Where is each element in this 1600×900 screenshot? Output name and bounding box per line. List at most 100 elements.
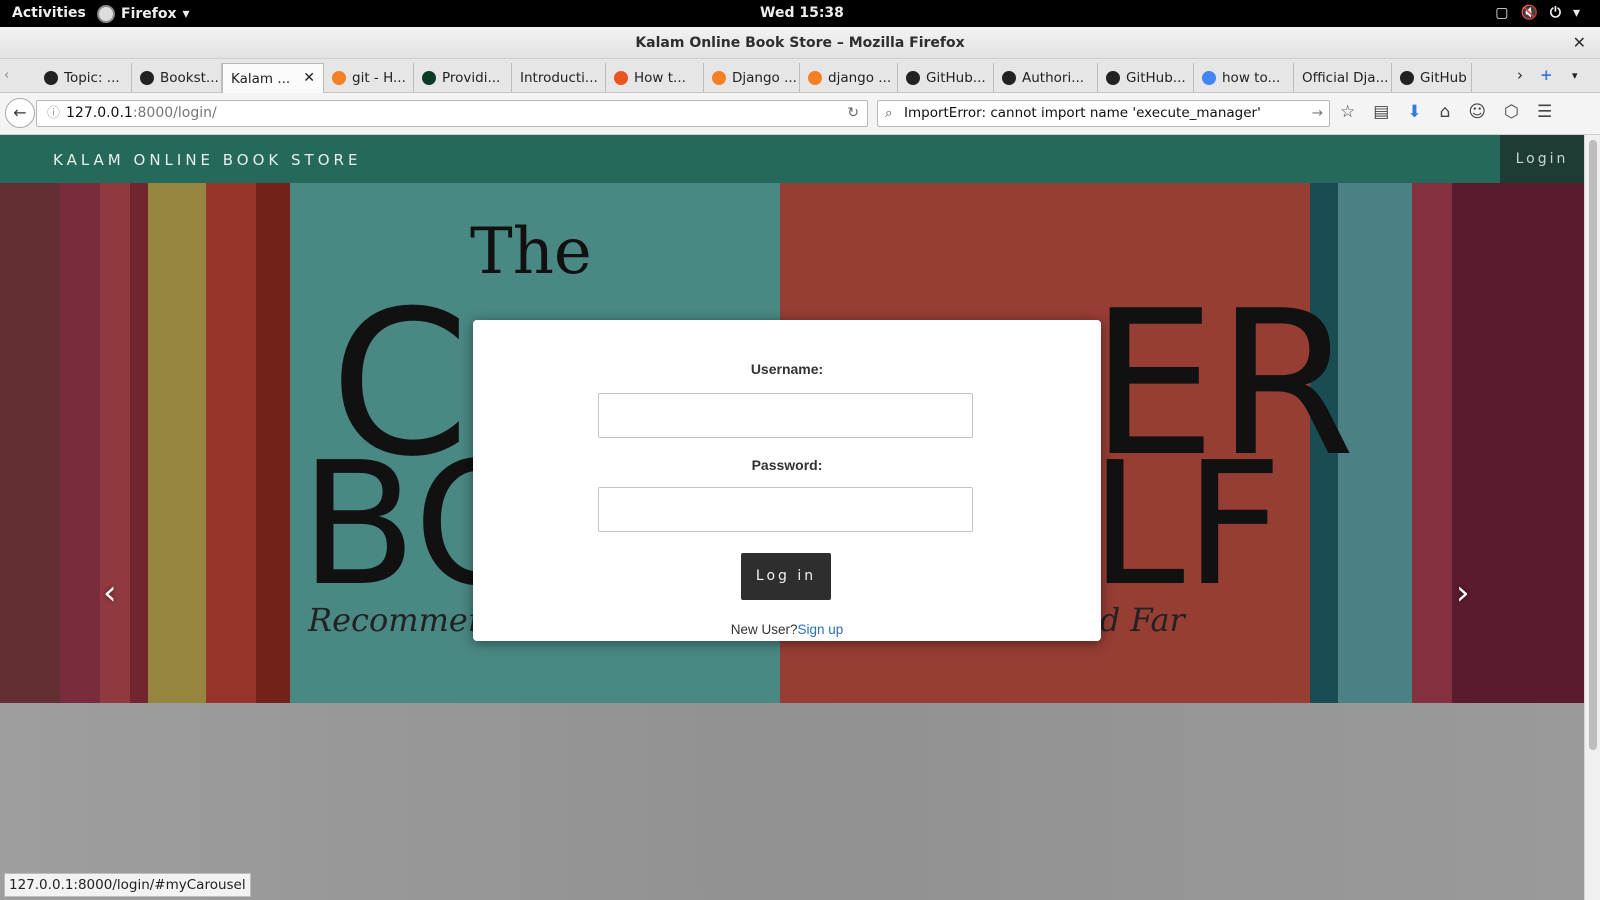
github-icon (1002, 71, 1016, 85)
password-label: Password: (751, 457, 823, 473)
tab-label: GitHub... (926, 70, 986, 86)
status-link-preview: 127.0.0.1:8000/login/#myCarousel (4, 873, 251, 897)
tab-label: django ... (828, 70, 892, 86)
back-button[interactable]: ← (5, 98, 35, 128)
volume-icon: 🔇 (1520, 5, 1538, 21)
browser-tab[interactable]: GitHub... (898, 63, 994, 93)
search-icon: ⌕ (885, 105, 893, 121)
go-arrow-icon[interactable]: → (1312, 101, 1323, 126)
github-icon (44, 71, 58, 85)
activities-button[interactable]: Activities (12, 5, 86, 21)
django-icon (422, 71, 436, 85)
browser-tab[interactable]: django ... (800, 63, 898, 93)
reading-list-icon[interactable]: ▤ (1373, 102, 1389, 122)
firefox-icon (97, 5, 115, 23)
search-bar[interactable]: ⌕ ImportError: cannot import name 'execu… (877, 100, 1330, 127)
tab-label: Introducti... (520, 70, 598, 86)
scrollbar-thumb[interactable] (1589, 140, 1597, 750)
browser-tab[interactable]: Kalam ... ✕ (222, 63, 324, 93)
tab-label: Providi... (442, 70, 501, 86)
info-icon[interactable]: ⓘ (47, 106, 60, 121)
pocket-icon[interactable]: ⬡ (1504, 102, 1519, 122)
url-bar[interactable]: ⓘ 127.0.0.1:8000/login/ ↻ (36, 100, 868, 127)
tab-list-icon[interactable]: ▾ (1572, 69, 1578, 82)
new-user-text: New User? (730, 622, 798, 637)
browser-tab[interactable]: GitHub... (1098, 63, 1194, 93)
tab-strip: ‹ Topic: ... Bookst... Kalam ... ✕ git - H..… (0, 59, 1600, 93)
github-icon (1400, 71, 1414, 85)
browser-tab[interactable]: Official Dja... (1294, 63, 1392, 93)
browser-tab[interactable]: How t... (606, 63, 704, 93)
download-icon[interactable]: ⬇ (1407, 102, 1421, 122)
chevron-left-icon[interactable]: ‹ (4, 68, 9, 83)
username-input[interactable] (598, 393, 973, 438)
browser-tab[interactable]: GitHub (1392, 63, 1472, 93)
cover-word-the: The (470, 215, 592, 289)
browser-tab[interactable]: Providi... (414, 63, 512, 93)
page-scrollbar[interactable] (1584, 135, 1600, 900)
browser-tab[interactable]: git - H... (324, 63, 414, 93)
carousel: The C ER BO LF Recommendations From Shop… (0, 183, 1584, 703)
url-path: :8000/login/ (132, 105, 217, 121)
tab-label: Bookst... (160, 70, 219, 86)
github-icon (1106, 71, 1120, 85)
tab-label: git - H... (352, 70, 406, 86)
askubuntu-icon (614, 71, 628, 85)
carousel-prev-icon[interactable]: ‹ (103, 573, 117, 613)
system-top-bar: Activities Firefox ▾ Wed 15:38 ▢ 🔇 ⏻ ▾ (0, 0, 1600, 27)
chat-icon[interactable]: ☺ (1468, 102, 1486, 122)
system-tray[interactable]: ▢ 🔇 ⏻ ▾ (1495, 5, 1580, 21)
tab-label: GitHub (1420, 70, 1467, 86)
new-user-prompt: New User?Sign up (473, 622, 1101, 637)
browser-tab[interactable]: Topic: ... (36, 63, 132, 93)
chevron-right-icon[interactable]: › (1517, 66, 1523, 84)
browser-tab[interactable]: Authori... (994, 63, 1098, 93)
site-brand[interactable]: KALAM ONLINE BOOK STORE (53, 151, 361, 169)
tab-label: Topic: ... (64, 70, 120, 86)
home-icon[interactable]: ⌂ (1440, 102, 1451, 122)
signup-link[interactable]: Sign up (797, 622, 843, 637)
app-menu[interactable]: Firefox ▾ (97, 5, 190, 23)
cover-line2-right: LF (1090, 426, 1283, 624)
browser-tab[interactable]: Bookst... (132, 63, 222, 93)
browser-tab[interactable]: how to... (1194, 63, 1294, 93)
github-icon (906, 71, 920, 85)
page-background (0, 703, 1584, 900)
tab-label: Django ... (732, 70, 797, 86)
clock[interactable]: Wed 15:38 (760, 5, 844, 21)
chevron-down-icon: ▾ (182, 6, 190, 22)
tab-label: Official Dja... (1302, 70, 1389, 86)
toolbar-icons: ☆ ▤ ⬇ ⌂ ☺ ⬡ ☰ (1340, 102, 1552, 122)
username-label: Username: (750, 361, 824, 377)
menu-icon[interactable]: ☰ (1537, 102, 1552, 122)
search-value: ImportError: cannot import name 'execute… (904, 105, 1261, 121)
google-icon (1202, 71, 1216, 85)
tab-label: how to... (1222, 70, 1281, 86)
window-icon: ▢ (1495, 5, 1509, 21)
chevron-down-icon: ▾ (1572, 5, 1580, 21)
tab-label: GitHub... (1126, 70, 1186, 86)
password-input[interactable] (598, 487, 973, 532)
reload-icon[interactable]: ↻ (847, 101, 859, 126)
window-title: Kalam Online Book Store – Mozilla Firefo… (635, 35, 965, 51)
github-icon (140, 71, 154, 85)
close-icon[interactable]: ✕ (1573, 27, 1586, 59)
power-icon: ⏻ (1549, 5, 1561, 21)
stackoverflow-icon (808, 71, 822, 85)
login-modal: Username: Password: Log in New User?Sign… (473, 320, 1101, 641)
tab-label: Kalam ... (231, 70, 291, 87)
bookmark-star-icon[interactable]: ☆ (1340, 102, 1355, 122)
nav-login-link[interactable]: Login (1500, 135, 1584, 183)
login-submit-button[interactable]: Log in (741, 553, 831, 600)
browser-tab[interactable]: Django ... (704, 63, 800, 93)
close-tab-icon[interactable]: ✕ (303, 64, 315, 92)
url-host: 127.0.0.1 (66, 105, 133, 121)
navigation-toolbar: ← ⓘ 127.0.0.1:8000/login/ ↻ ⌕ ImportError… (0, 93, 1600, 135)
new-tab-icon[interactable]: + (1540, 66, 1553, 84)
stackoverflow-icon (332, 71, 346, 85)
stackoverflow-icon (712, 71, 726, 85)
app-name: Firefox (121, 6, 177, 22)
site-navbar: KALAM ONLINE BOOK STORE Login (0, 135, 1584, 183)
carousel-next-icon[interactable]: › (1456, 573, 1470, 613)
browser-tab[interactable]: Introducti... (512, 63, 606, 93)
